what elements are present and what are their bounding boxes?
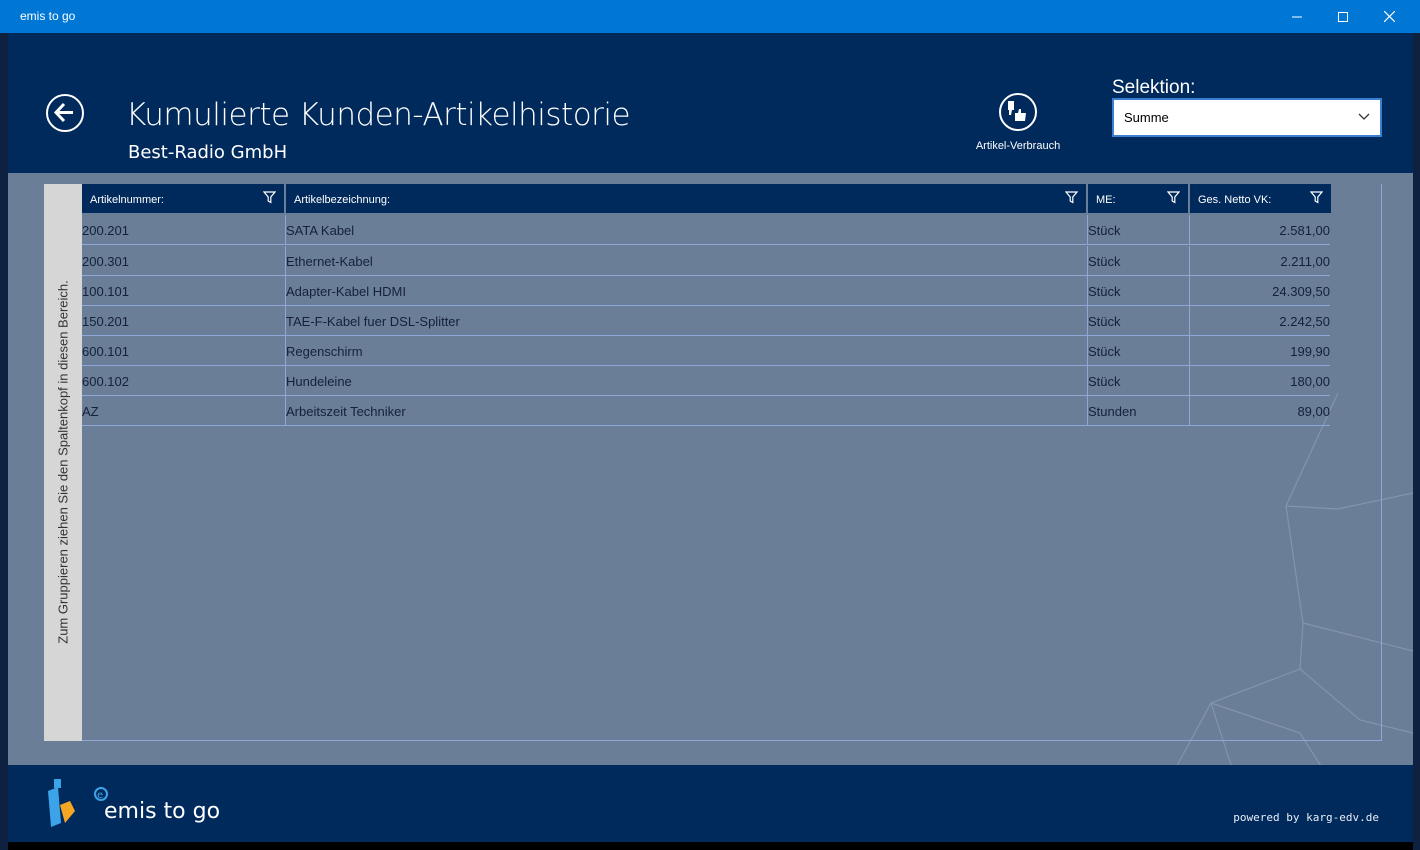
selection-dropdown[interactable]: Summe <box>1112 98 1382 137</box>
column-header-label: Artikelbezeichnung: <box>294 194 391 206</box>
cell-artikelnummer: 200.201 <box>82 223 129 238</box>
app-window: emis to go Kumulierte Kunden-Artikelhist… <box>0 0 1420 850</box>
cell-artikelnummer: 600.101 <box>82 344 129 359</box>
window-frame-right <box>1413 33 1420 850</box>
brand-name: emis to go <box>104 799 221 824</box>
group-hint: Zum Gruppieren ziehen Sie den Spaltenkop… <box>55 280 71 644</box>
table-row[interactable]: AZ Arbeitszeit Techniker Stunden 89,00 <box>82 396 1330 426</box>
column-header-label: Ges. Netto VK: <box>1198 194 1272 206</box>
cell-artikelnummer: 100.101 <box>82 284 129 299</box>
table-row[interactable]: 200.201 SATA Kabel Stück 2.581,00 <box>82 215 1330 245</box>
arrow-left-icon <box>53 102 73 123</box>
filter-icon[interactable] <box>1167 191 1180 204</box>
table-row[interactable]: 200.301 Ethernet-Kabel Stück 2.211,00 <box>82 246 1330 276</box>
cell-me: Stunden <box>1088 404 1137 419</box>
table-row[interactable]: 600.102 Hundeleine Stück 180,00 <box>82 366 1330 396</box>
cell-artikelnummer: AZ <box>82 404 99 419</box>
article-history-grid: Artikelnummer: Artikelbezeichnung: ME: G… <box>82 184 1382 741</box>
maximize-button[interactable] <box>1320 0 1366 33</box>
filter-icon[interactable] <box>1310 191 1323 204</box>
window-frame-left <box>0 33 8 850</box>
page-footer: e emis to go powered by karg-edv.de <box>8 765 1413 842</box>
cell-ges-netto-vk: 89,00 <box>1297 404 1330 419</box>
cell-ges-netto-vk: 24.309,50 <box>1272 284 1330 299</box>
cell-artikelbezeichnung: Regenschirm <box>286 344 363 359</box>
cell-artikelbezeichnung: Ethernet-Kabel <box>286 254 373 269</box>
selection-label: Selektion: <box>1112 77 1196 98</box>
cell-artikelbezeichnung: Arbeitszeit Techniker <box>286 404 406 419</box>
app-content: Kumulierte Kunden-Artikelhistorie Best-R… <box>8 33 1413 842</box>
filter-icon[interactable] <box>263 191 276 204</box>
selection-value: Summe <box>1124 110 1169 125</box>
cell-ges-netto-vk: 180,00 <box>1290 374 1330 389</box>
column-header-label: ME: <box>1096 194 1116 206</box>
cell-me: Stück <box>1088 223 1121 238</box>
page-title: Kumulierte Kunden-Artikelhistorie <box>126 97 631 133</box>
thumbs-up-down-icon <box>999 93 1037 131</box>
cell-me: Stück <box>1088 374 1121 389</box>
close-button[interactable] <box>1366 0 1412 33</box>
cell-artikelbezeichnung: SATA Kabel <box>286 223 355 238</box>
column-header-ges-netto-vk[interactable]: Ges. Netto VK: <box>1190 184 1331 213</box>
cell-artikelnummer: 200.301 <box>82 254 129 269</box>
title-bar: emis to go <box>0 0 1420 33</box>
powered-by-text[interactable]: powered by karg-edv.de <box>1233 811 1379 824</box>
column-header-me[interactable]: ME: <box>1088 184 1190 213</box>
customer-name: Best-Radio GmbH <box>128 142 288 163</box>
filter-icon[interactable] <box>1065 191 1078 204</box>
minimize-button[interactable] <box>1274 0 1320 33</box>
cell-ges-netto-vk: 2.211,00 <box>1280 254 1330 269</box>
close-icon <box>1383 11 1395 22</box>
group-drop-area[interactable]: Zum Gruppieren ziehen Sie den Spaltenkop… <box>44 184 82 741</box>
maximize-icon <box>1338 11 1348 22</box>
page-header: Kumulierte Kunden-Artikelhistorie Best-R… <box>8 33 1413 173</box>
article-consumption-button[interactable]: Artikel-Verbrauch <box>966 93 1070 159</box>
cell-me: Stück <box>1088 314 1121 329</box>
cell-artikelbezeichnung: Hundeleine <box>286 374 352 389</box>
column-header-artikelnummer[interactable]: Artikelnummer: <box>82 184 286 213</box>
minimize-icon <box>1292 16 1302 17</box>
cell-me: Stück <box>1088 254 1121 269</box>
cell-ges-netto-vk: 2.581,00 <box>1279 223 1330 238</box>
chevron-down-icon <box>1358 113 1370 120</box>
cell-artikelbezeichnung: TAE-F-Kabel fuer DSL-Splitter <box>286 314 460 329</box>
cell-artikelnummer: 150.201 <box>82 314 129 329</box>
cell-artikelnummer: 600.102 <box>82 374 129 389</box>
column-header-artikelbezeichnung[interactable]: Artikelbezeichnung: <box>286 184 1088 213</box>
cell-me: Stück <box>1088 284 1121 299</box>
table-row[interactable]: 150.201 TAE-F-Kabel fuer DSL-Splitter St… <box>82 306 1330 336</box>
table-row[interactable]: 600.101 Regenschirm Stück 199,90 <box>82 336 1330 366</box>
cell-me: Stück <box>1088 344 1121 359</box>
table-row[interactable]: 100.101 Adapter-Kabel HDMI Stück 24.309,… <box>82 276 1330 306</box>
article-consumption-label: Artikel-Verbrauch <box>975 140 1061 152</box>
svg-text:e: e <box>97 790 103 801</box>
column-header-label: Artikelnummer: <box>90 194 164 206</box>
window-title: emis to go <box>20 9 76 23</box>
back-button[interactable] <box>46 94 84 132</box>
cell-ges-netto-vk: 199,90 <box>1290 344 1330 359</box>
cell-artikelbezeichnung: Adapter-Kabel HDMI <box>286 284 406 299</box>
cell-ges-netto-vk: 2.242,50 <box>1279 314 1330 329</box>
